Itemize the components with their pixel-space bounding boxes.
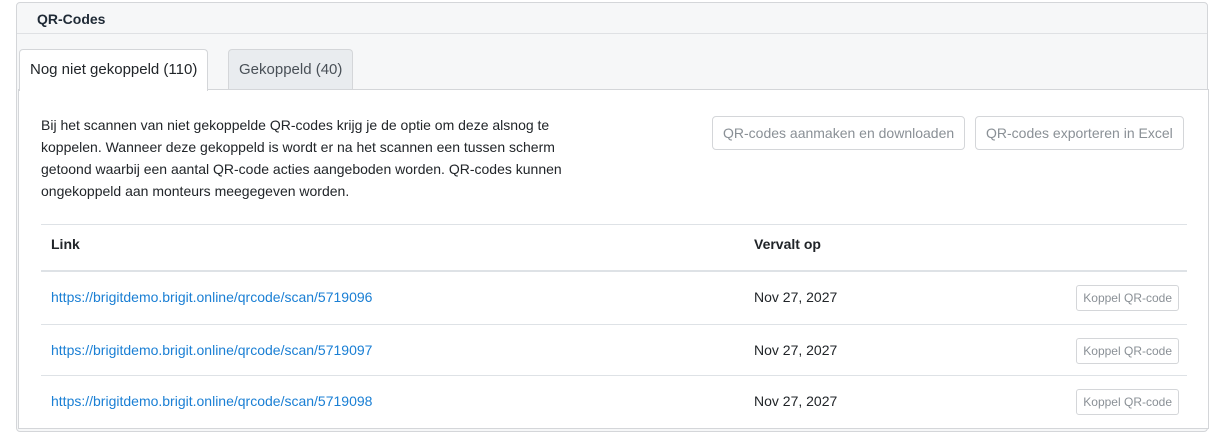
- column-header-expires: Vervalt op: [754, 236, 821, 252]
- expiry-date: Nov 27, 2027: [754, 342, 838, 358]
- panel-divider: [17, 33, 1207, 34]
- expiry-date: Nov 27, 2027: [754, 393, 838, 409]
- table-top-divider: [41, 224, 1187, 225]
- table-row: https://brigitdemo.brigit.online/qrcode/…: [41, 325, 1187, 377]
- expiry-date: Nov 27, 2027: [754, 289, 838, 305]
- tab-gekoppeld[interactable]: Gekoppeld (40): [228, 49, 354, 90]
- table-row: https://brigitdemo.brigit.online/qrcode/…: [41, 376, 1187, 428]
- create-download-button[interactable]: QR-codes aanmaken en downloaden: [712, 116, 966, 150]
- qr-description: Bij het scannen van niet gekoppelde QR-c…: [41, 117, 562, 199]
- tab-content: Bij het scannen van niet gekoppelde QR-c…: [18, 89, 1209, 429]
- qr-link[interactable]: https://brigitdemo.brigit.online/qrcode/…: [51, 393, 372, 409]
- koppel-qr-button[interactable]: Koppel QR-code: [1076, 338, 1179, 364]
- qr-link[interactable]: https://brigitdemo.brigit.online/qrcode/…: [51, 289, 372, 305]
- column-header-link: Link: [51, 236, 80, 252]
- table-row: https://brigitdemo.brigit.online/qrcode/…: [41, 272, 1187, 324]
- koppel-qr-button[interactable]: Koppel QR-code: [1076, 389, 1179, 415]
- koppel-qr-button[interactable]: Koppel QR-code: [1076, 285, 1179, 311]
- export-excel-button[interactable]: QR-codes exporteren in Excel: [975, 116, 1184, 150]
- panel-title: QR-Codes: [37, 11, 106, 27]
- qr-link[interactable]: https://brigitdemo.brigit.online/qrcode/…: [51, 342, 372, 358]
- tab-nog-niet-gekoppeld[interactable]: Nog niet gekoppeld (110): [19, 49, 209, 91]
